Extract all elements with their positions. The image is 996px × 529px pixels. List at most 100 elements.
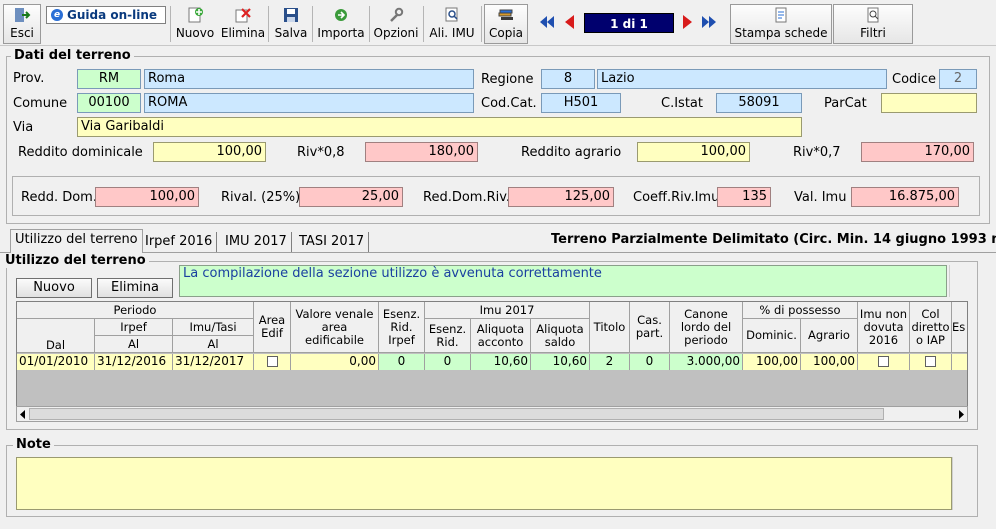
note-textarea[interactable] <box>16 457 952 510</box>
imu-non-dovuta-checkbox[interactable] <box>878 356 889 367</box>
red-dom-riv-label: Red.Dom.Riv. <box>423 190 511 205</box>
header-agrario: Agrario <box>801 319 858 353</box>
riv08-field: 180,00 <box>365 142 478 162</box>
next-record-icon[interactable] <box>677 12 697 32</box>
val-imu-field: 16.875,00 <box>851 187 959 207</box>
new-document-icon <box>188 7 203 23</box>
prov-name-field[interactable]: Roma <box>144 69 474 89</box>
tab-tasi-2017[interactable]: TASI 2017 <box>295 232 370 252</box>
scroll-thumb[interactable] <box>29 408 884 420</box>
scroll-left-icon[interactable] <box>19 410 27 419</box>
rival-label: Rival. (25%) <box>221 190 301 205</box>
utilizzo-elimina-button[interactable]: Elimina <box>97 278 173 298</box>
reddito-agrario-field[interactable]: 100,00 <box>637 142 750 162</box>
cell-cas-part[interactable]: 0 <box>630 354 670 370</box>
guida-online-button[interactable]: e Guida on-line <box>46 6 166 24</box>
coeff-riv-imu-label: Coeff.Riv.Imu <box>633 190 720 205</box>
salva-button[interactable]: Salva <box>271 4 311 44</box>
area-edif-checkbox[interactable] <box>266 356 278 367</box>
header-es-t: Es T <box>952 302 967 353</box>
cell-aliquota-saldo[interactable]: 10,60 <box>531 354 590 370</box>
regione-name-field[interactable]: Lazio <box>597 69 887 89</box>
internet-icon: e <box>51 9 63 21</box>
cell-valore[interactable]: 0,00 <box>291 354 379 370</box>
filter-icon <box>867 7 879 23</box>
cell-al-imu[interactable]: 31/12/2017 <box>173 354 254 370</box>
cistat-field[interactable]: 58091 <box>716 93 802 113</box>
previous-record-icon[interactable] <box>560 12 580 32</box>
codcat-field[interactable]: H501 <box>541 93 621 113</box>
elimina-button[interactable]: Elimina <box>219 4 267 44</box>
utilizzo-grid: Periodo Dal Irpef Imu/Tasi Al Al Area Ed… <box>16 301 968 422</box>
parcat-field[interactable] <box>881 93 977 113</box>
cell-area-edif[interactable] <box>254 354 291 370</box>
regione-code-field[interactable]: 8 <box>541 69 595 89</box>
comune-label: Comune <box>13 96 68 111</box>
header-imu-non-dovuta: Imu non dovuta 2016 <box>858 302 910 353</box>
stampa-schede-button[interactable]: Stampa schede <box>730 4 832 44</box>
header-esenz-irpef: Esenz. Rid. Irpef <box>379 302 425 353</box>
header-possesso: % di possesso <box>743 302 858 319</box>
tab-imu-2017[interactable]: IMU 2017 <box>221 232 292 252</box>
codcat-label: Cod.Cat. <box>481 96 537 111</box>
esci-button[interactable]: Esci <box>3 4 41 44</box>
cell-titolo[interactable]: 2 <box>590 354 630 370</box>
last-record-icon[interactable] <box>699 12 719 32</box>
redd-dom-field: 100,00 <box>95 187 199 207</box>
cell-agrario[interactable]: 100,00 <box>801 354 858 370</box>
regione-label: Regione <box>481 72 534 87</box>
col-diretto-checkbox[interactable] <box>925 356 936 367</box>
cell-al-irpef[interactable]: 31/12/2016 <box>95 354 173 370</box>
cell-es-t[interactable] <box>952 354 967 370</box>
codice-field: 2 <box>939 69 977 89</box>
tab-utilizzo-terreno[interactable]: Utilizzo del terreno <box>10 229 143 253</box>
note-scrollbar[interactable] <box>952 457 968 510</box>
status-message: La compilazione della sezione utilizzo è… <box>179 265 947 297</box>
copia-button[interactable]: Copia <box>484 4 528 44</box>
header-titolo: Titolo <box>590 302 630 353</box>
copy-icon <box>498 9 513 20</box>
first-record-icon[interactable] <box>537 12 557 32</box>
header-dominic: Dominic. <box>743 319 801 353</box>
nuovo-button[interactable]: Nuovo <box>172 4 218 44</box>
prov-label: Prov. <box>13 71 45 86</box>
cell-aliquota-acconto[interactable]: 10,60 <box>471 354 531 370</box>
import-icon <box>335 9 347 21</box>
via-label: Via <box>13 120 34 135</box>
toolbar: Esci e Guida on-line Nuovo Elimina Salva… <box>0 0 996 46</box>
header-dal: Dal <box>17 319 95 353</box>
reddito-dominicale-label: Reddito dominicale <box>18 145 143 160</box>
grid-horizontal-scrollbar[interactable] <box>16 406 968 422</box>
dati-terreno-title: Dati del terreno <box>11 48 134 63</box>
utilizzo-nuovo-button[interactable]: Nuovo <box>16 278 92 298</box>
delete-icon <box>235 8 251 23</box>
comune-name-field[interactable]: ROMA <box>144 93 474 113</box>
tab-irpef-2016[interactable]: Irpef 2016 <box>141 232 218 252</box>
ali-imu-button[interactable]: Ali. IMU <box>425 4 479 44</box>
header-periodo: Periodo <box>17 302 254 319</box>
prov-code-field[interactable]: RM <box>77 69 141 89</box>
magnifier-icon <box>445 7 458 22</box>
comune-cap-field[interactable]: 00100 <box>77 93 141 113</box>
message-scrollbar[interactable] <box>949 265 965 297</box>
cell-dominic[interactable]: 100,00 <box>743 354 801 370</box>
cell-col-diretto[interactable] <box>910 354 952 370</box>
header-al-imu: Al <box>173 336 254 353</box>
reddito-dominicale-field[interactable]: 100,00 <box>153 142 266 162</box>
opzioni-button[interactable]: Opzioni <box>371 4 421 44</box>
header-irpef: Irpef <box>95 319 173 336</box>
cell-imu-non-dovuta[interactable] <box>858 354 910 370</box>
riv07-field: 170,00 <box>861 142 974 162</box>
page-indicator: 1 di 1 <box>584 13 674 33</box>
filtri-button[interactable]: Filtri <box>833 4 913 44</box>
riv07-label: Riv*0,7 <box>793 145 841 160</box>
cell-canone[interactable]: 3.000,00 <box>670 354 743 370</box>
header-area-edif: Area Edif <box>254 302 291 353</box>
cell-esenz-irpef[interactable]: 0 <box>379 354 425 370</box>
riv08-label: Riv*0,8 <box>297 145 345 160</box>
scroll-right-icon[interactable] <box>957 410 965 419</box>
importa-button[interactable]: Importa <box>314 4 368 44</box>
cell-dal[interactable]: 01/01/2010 <box>17 354 95 370</box>
cell-esenz-rid[interactable]: 0 <box>425 354 471 370</box>
via-field[interactable]: Via Garibaldi <box>77 117 802 137</box>
